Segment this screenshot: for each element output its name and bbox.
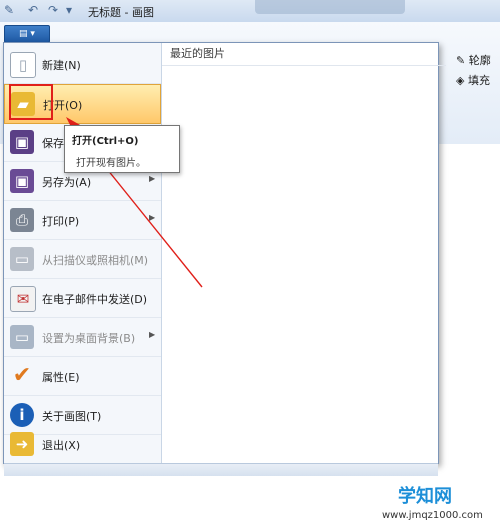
properties-checkmark-icon: ✔ <box>12 363 32 388</box>
site-watermark: 学知网 www.jmqz1000.com <box>380 477 500 530</box>
redo-icon[interactable]: ↷ <box>48 3 58 17</box>
outline-label: 轮廓 <box>468 54 491 67</box>
scanner-icon: ▭ <box>10 247 34 271</box>
open-tooltip: 打开(Ctrl+O) 打开现有图片。 <box>64 125 180 173</box>
outline-button[interactable]: ✎ 轮廓 <box>456 52 491 68</box>
desktop-background-icon: ▭ <box>10 325 34 349</box>
title-bar-glow <box>255 0 405 14</box>
app-menu-button[interactable]: ▤ ▾ <box>4 25 50 43</box>
about-info-icon: i <box>10 403 34 427</box>
menu-item-exit[interactable]: ➜ 退出(X) <box>4 425 161 463</box>
menu-footer <box>4 463 438 476</box>
title-bar: ✎ ↶ ↷ ▾ 无标题 - 画图 <box>0 0 500 23</box>
printer-icon: ⎙ <box>10 208 34 232</box>
submenu-arrow-icon: ▶ <box>149 174 156 183</box>
save-icon: ▣ <box>10 130 34 154</box>
save-as-icon: ▣ <box>10 169 34 193</box>
menu-item-send-email[interactable]: ✉ 在电子邮件中发送(D) <box>4 279 161 318</box>
menu-item-print[interactable]: ⎙ 打印(P) ▶ <box>4 201 161 240</box>
menu-item-new[interactable]: ▯ 新建(N) <box>4 45 161 84</box>
exit-icon: ➜ <box>10 432 34 456</box>
submenu-arrow-icon: ▶ <box>149 213 156 222</box>
watermark-site: www.jmqz1000.com <box>382 510 483 521</box>
fill-icon: ◈ <box>456 74 465 87</box>
fill-button[interactable]: ◈ 填充 <box>456 72 490 88</box>
app-menu: ▯ 新建(N) ▰ 打开(O) ▣ 保存(S) ▣ 另存为(A) ▶ ⎙ 打印(… <box>3 42 446 476</box>
menu-item-from-scanner[interactable]: ▭ 从扫描仪或照相机(M) <box>4 240 161 279</box>
menu-item-set-desktop-background[interactable]: ▭ 设置为桌面背景(B) ▶ <box>4 318 161 357</box>
window-title: 无标题 - 画图 <box>88 6 154 19</box>
customize-icon[interactable]: ▾ <box>66 3 72 17</box>
menu-item-properties[interactable]: ✔ 属性(E) <box>4 357 161 396</box>
paint-app-icon[interactable]: ✎ <box>4 3 14 17</box>
fill-label: 填充 <box>467 74 490 87</box>
recent-pictures-heading: 最近的图片 <box>162 43 446 66</box>
tooltip-title: 打开(Ctrl+O) <box>72 136 139 147</box>
submenu-arrow-icon: ▶ <box>149 330 156 339</box>
email-icon: ✉ <box>10 286 36 312</box>
menu-icon: ▤ ▾ <box>19 29 35 39</box>
tooltip-description: 打开现有图片。 <box>76 158 146 169</box>
new-document-icon: ▯ <box>10 52 36 78</box>
watermark-title: 学知网 <box>398 486 452 507</box>
open-highlight-box <box>9 84 53 120</box>
recent-pictures-panel: 最近的图片 <box>162 43 446 463</box>
outline-icon: ✎ <box>456 54 466 67</box>
undo-icon[interactable]: ↶ <box>28 3 38 17</box>
